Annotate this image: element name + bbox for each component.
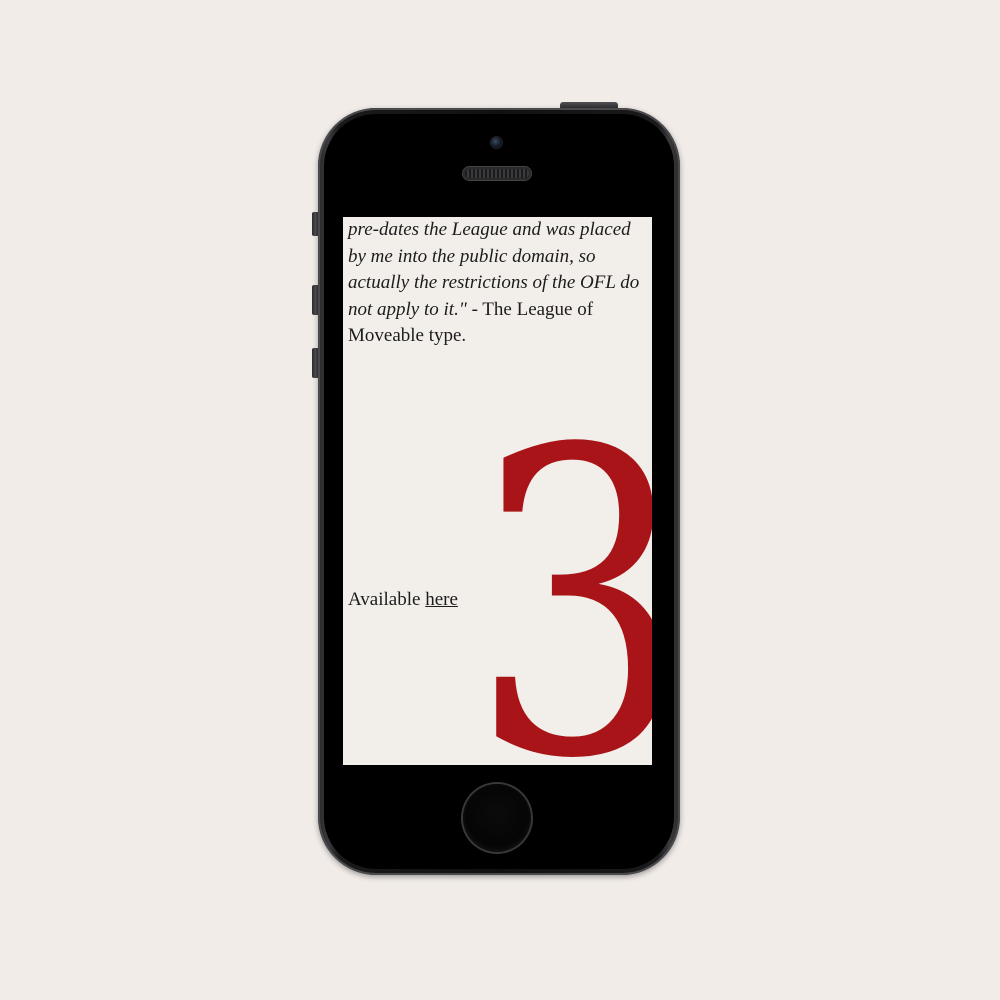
speaker-grille	[463, 167, 531, 180]
quote-paragraph: pre-dates the League and was placed by m…	[348, 217, 648, 350]
download-link[interactable]: here	[425, 589, 458, 610]
camera-icon	[491, 137, 502, 148]
available-label: Available	[348, 589, 426, 610]
stage: pre-dates the League and was placed by m…	[0, 0, 1000, 1000]
decorative-numeral: 3	[470, 397, 652, 766]
attribution: - The League of	[466, 298, 594, 320]
quote-line: by me into the public domain, so	[348, 245, 596, 267]
home-button[interactable]	[463, 784, 531, 852]
quote-line: not apply to it."	[348, 298, 467, 320]
quote-line: pre-dates the League and was placed	[348, 219, 631, 240]
availability-line: Available here	[348, 589, 458, 611]
phone-screen[interactable]: pre-dates the League and was placed by m…	[343, 217, 652, 765]
attribution-line: Moveable type.	[348, 325, 467, 346]
quote-line: actually the restrictions of the OFL do	[348, 272, 640, 293]
